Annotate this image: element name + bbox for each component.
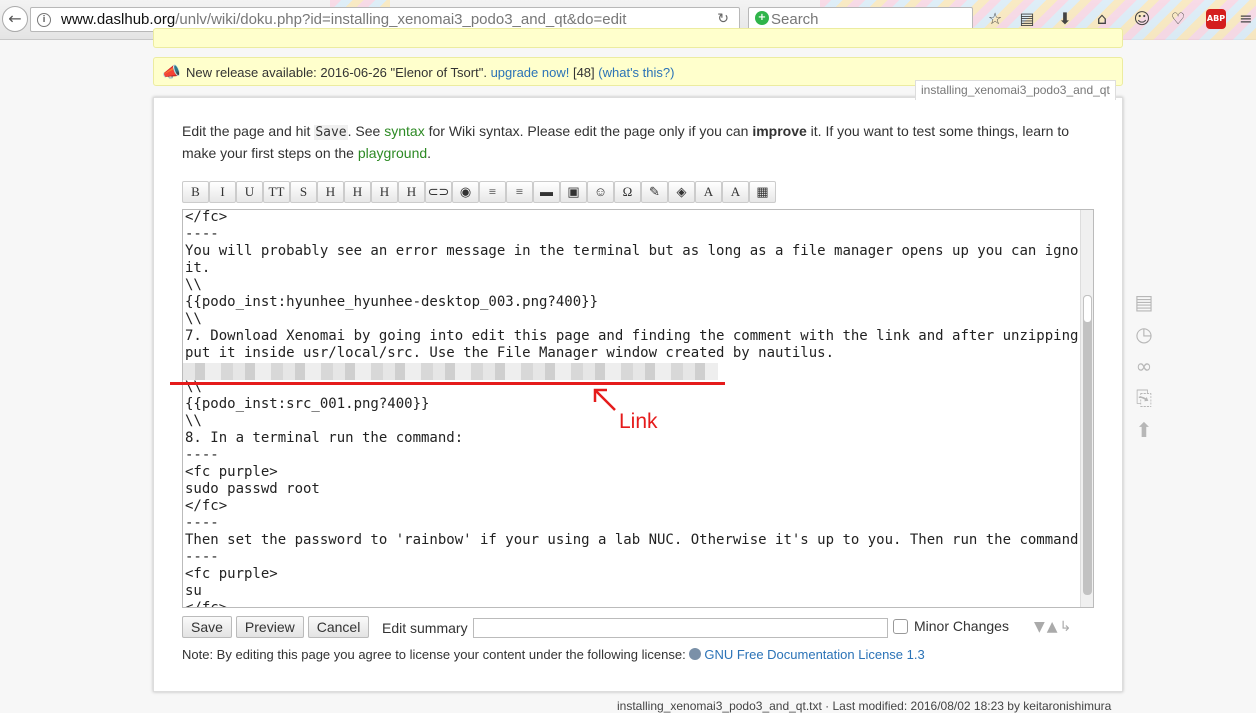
page-tools: ▤ ◷ ∞ ⎘ ⬆ bbox=[1132, 290, 1158, 450]
downloads-icon[interactable]: ⬇ bbox=[1055, 9, 1075, 29]
minor-changes-checkbox[interactable] bbox=[893, 618, 908, 634]
home-icon[interactable]: ⌂ bbox=[1092, 9, 1112, 29]
annotation-arrow-icon bbox=[593, 388, 616, 411]
intro-improve: improve bbox=[752, 123, 807, 139]
editor-text[interactable]: </fc> ---- You will probably see an erro… bbox=[183, 210, 1093, 607]
back-to-top-icon[interactable]: ⬆ bbox=[1132, 418, 1156, 442]
license-link[interactable]: GNU Free Documentation License 1.3 bbox=[704, 647, 924, 662]
intro-text: . bbox=[427, 145, 432, 161]
adblock-icon[interactable]: ABP bbox=[1206, 9, 1226, 29]
notice-message: New release available: 2016-06-26 "Eleno… bbox=[186, 65, 487, 80]
url-path: /unlv/wiki/doku.php?id=installing_xenoma… bbox=[175, 11, 627, 28]
intro-text: Edit the page and hit bbox=[182, 123, 315, 139]
export-pdf-icon[interactable]: ⎘ bbox=[1132, 386, 1156, 410]
cancel-button[interactable]: Cancel bbox=[307, 616, 370, 638]
editor-resize-controls: ▼ ▲ ↳ bbox=[1034, 619, 1071, 635]
edit-intro: Edit the page and hit Save. See syntax f… bbox=[182, 121, 1102, 163]
whats-this-link[interactable]: (what's this?) bbox=[598, 65, 674, 80]
back-button[interactable]: ← bbox=[2, 6, 28, 32]
intro-text: for Wiki syntax. Please edit the page on… bbox=[424, 123, 753, 139]
special-chars-button[interactable]: Ω bbox=[614, 181, 641, 203]
preview-button[interactable]: Preview bbox=[235, 616, 304, 638]
smileys-button[interactable]: ☺ bbox=[587, 181, 614, 203]
same-level-headline-button[interactable]: H bbox=[317, 181, 344, 203]
emoji-icon[interactable]: ☺ bbox=[1132, 9, 1152, 29]
lower-headline-button[interactable]: H bbox=[344, 181, 371, 203]
backlinks-icon[interactable]: ∞ bbox=[1132, 354, 1156, 378]
notice-count: [48] bbox=[572, 65, 595, 80]
pocket-icon[interactable]: ♡ bbox=[1168, 9, 1188, 29]
annotation-underline bbox=[170, 382, 725, 385]
underline-button[interactable]: U bbox=[236, 181, 263, 203]
minor-changes-label[interactable]: Minor Changes bbox=[914, 618, 1009, 634]
scrollbar-track-fill bbox=[1083, 295, 1092, 595]
headline-button[interactable]: H bbox=[398, 181, 425, 203]
strikethrough-button[interactable]: S bbox=[290, 181, 317, 203]
shrink-icon[interactable]: ▼ bbox=[1034, 619, 1045, 635]
url-domain: www.daslhub.org bbox=[61, 11, 176, 28]
playground-link[interactable]: playground bbox=[358, 145, 427, 161]
license-note: Note: By editing this page you agree to … bbox=[182, 647, 925, 662]
old-revisions-icon[interactable]: ◷ bbox=[1132, 322, 1156, 346]
italic-button[interactable]: I bbox=[209, 181, 236, 203]
info-icon[interactable]: i bbox=[37, 13, 51, 27]
external-link-button[interactable]: ◉ bbox=[452, 181, 479, 203]
editor-toolbar: B I U TT S H H H H ⊂⊃ ◉ ≡ ≡ ▬ ▣ ☺ Ω ✎ ◈ A A ▦ bbox=[182, 181, 776, 203]
scrollbar-thumb[interactable] bbox=[1083, 295, 1092, 323]
menu-icon[interactable]: ≡ bbox=[1236, 9, 1256, 29]
show-page-icon[interactable]: ▤ bbox=[1132, 290, 1156, 314]
wrap-toggle-icon[interactable]: ↳ bbox=[1060, 619, 1072, 635]
plugin-button[interactable]: ◈ bbox=[668, 181, 695, 203]
intro-save-code: Save bbox=[314, 125, 348, 140]
unordered-list-button[interactable]: ≡ bbox=[506, 181, 533, 203]
internal-link-button[interactable]: ⊂⊃ bbox=[425, 181, 452, 203]
editor-scrollbar[interactable] bbox=[1080, 210, 1093, 607]
signature-button[interactable]: ✎ bbox=[641, 181, 668, 203]
annotation-label: Link bbox=[619, 410, 658, 433]
syntax-link[interactable]: syntax bbox=[384, 123, 424, 139]
upgrade-link[interactable]: upgrade now! bbox=[491, 65, 570, 80]
redacted-link-line bbox=[183, 363, 718, 380]
minor-changes[interactable]: Minor Changes bbox=[893, 618, 1009, 634]
bookmarks-list-icon[interactable]: ▤ bbox=[1017, 9, 1037, 29]
edit-summary-label: Edit summary bbox=[382, 620, 468, 636]
edit-buttons: Save Preview Cancel bbox=[182, 616, 370, 638]
page-id-tab[interactable]: installing_xenomai3_podo3_and_qt bbox=[915, 80, 1116, 100]
url-text[interactable]: www.daslhub.org/unlv/wiki/doku.php?id=in… bbox=[61, 11, 626, 28]
bookmark-star-icon[interactable]: ☆ bbox=[985, 9, 1005, 29]
megaphone-icon: 📣 bbox=[162, 64, 181, 81]
license-text: Note: By editing this page you agree to … bbox=[182, 647, 686, 662]
edit-summary-input[interactable] bbox=[473, 618, 888, 638]
font-color-button[interactable]: A bbox=[695, 181, 722, 203]
bold-button[interactable]: B bbox=[182, 181, 209, 203]
search-input[interactable]: Search bbox=[771, 11, 819, 28]
grow-icon[interactable]: ▲ bbox=[1047, 619, 1058, 635]
notice-partial bbox=[153, 28, 1123, 48]
intro-text: . See bbox=[347, 123, 385, 139]
save-button[interactable]: Save bbox=[182, 616, 232, 638]
horizontal-rule-button[interactable]: ▬ bbox=[533, 181, 560, 203]
reload-icon[interactable]: ↻ bbox=[717, 11, 729, 27]
font-size-button[interactable]: A bbox=[722, 181, 749, 203]
higher-headline-button[interactable]: H bbox=[371, 181, 398, 203]
media-button[interactable]: ▣ bbox=[560, 181, 587, 203]
clapper-button[interactable]: ▦ bbox=[749, 181, 776, 203]
wiki-text-editor[interactable]: </fc> ---- You will probably see an erro… bbox=[182, 209, 1094, 608]
ordered-list-button[interactable]: ≡ bbox=[479, 181, 506, 203]
search-engine-icon[interactable]: + bbox=[755, 11, 769, 25]
monospace-button[interactable]: TT bbox=[263, 181, 290, 203]
globe-icon bbox=[689, 648, 702, 660]
page-footer: installing_xenomai3_podo3_and_qt.txt · L… bbox=[617, 699, 1112, 713]
